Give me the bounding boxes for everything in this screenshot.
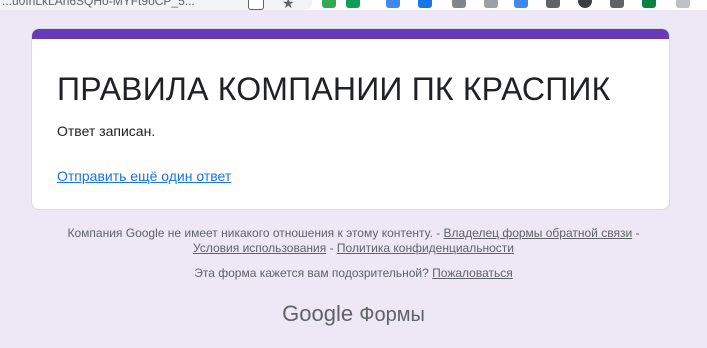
extension-icon[interactable] bbox=[546, 0, 560, 8]
address-bar[interactable]: ...u0fnLkLAh6SQHo-MYFt9oCP_5... bbox=[0, 0, 312, 10]
google-wordmark: Google bbox=[282, 301, 354, 326]
extension-icon[interactable] bbox=[452, 0, 466, 8]
form-title: ПРАВИЛА КОМПАНИИ ПК КРАСПИК bbox=[57, 71, 611, 107]
extension-icon[interactable] bbox=[484, 0, 498, 8]
terms-link[interactable]: Условия использования bbox=[193, 241, 326, 255]
submit-another-response-link[interactable]: Отправить ещё один ответ bbox=[57, 168, 231, 184]
extension-icon[interactable] bbox=[346, 0, 360, 8]
report-abuse-link[interactable]: Пожаловаться bbox=[432, 266, 513, 280]
extension-icon[interactable] bbox=[642, 0, 656, 8]
footer-report: Эта форма кажется вам подозрительной? По… bbox=[0, 266, 707, 280]
menu-icon[interactable] bbox=[676, 0, 690, 8]
extension-icon[interactable] bbox=[386, 0, 400, 8]
extension-icon[interactable] bbox=[322, 0, 336, 8]
disclaimer-text: Компания Google не имеет никакого отноше… bbox=[67, 226, 441, 240]
privacy-link[interactable]: Политика конфиденциальности bbox=[337, 241, 514, 255]
extension-icon[interactable] bbox=[514, 0, 528, 8]
separator: - bbox=[635, 226, 640, 240]
copy-icon[interactable] bbox=[248, 0, 264, 10]
bookmark-star-icon[interactable]: ★ bbox=[282, 0, 296, 10]
card-accent-bar bbox=[32, 29, 669, 39]
google-forms-logo[interactable]: Google Формы bbox=[0, 301, 707, 327]
extension-icon[interactable] bbox=[610, 0, 624, 8]
separator: - bbox=[329, 241, 334, 255]
footer-disclaimer: Компания Google не имеет никакого отноше… bbox=[0, 226, 707, 256]
form-response-card: ПРАВИЛА КОМПАНИИ ПК КРАСПИК Ответ записа… bbox=[31, 28, 670, 210]
forms-wordmark: Формы bbox=[359, 304, 425, 326]
form-owner-link[interactable]: Владелец формы обратной связи bbox=[443, 226, 632, 240]
response-recorded-message: Ответ записан. bbox=[57, 123, 156, 139]
extension-icon[interactable] bbox=[418, 0, 432, 8]
suspicious-form-text: Эта форма кажется вам подозрительной? bbox=[194, 266, 429, 280]
browser-toolbar: ...u0fnLkLAh6SQHo-MYFt9oCP_5... ★ bbox=[0, 0, 707, 10]
extension-icon[interactable] bbox=[578, 0, 592, 8]
